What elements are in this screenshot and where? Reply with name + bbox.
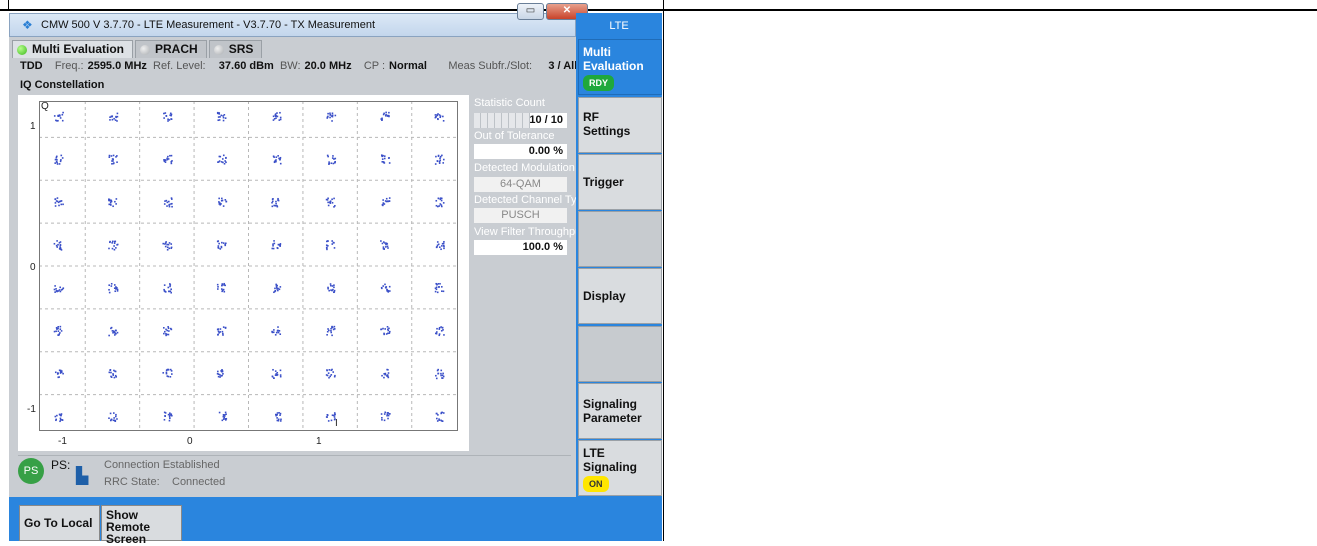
show-remote-screen-button[interactable]: Show Remote Screen <box>101 505 182 545</box>
softkey-signaling-parameter[interactable]: Signaling Parameter <box>578 383 662 439</box>
measurement-tabs: Multi Evaluation PRACH SRS <box>12 40 264 58</box>
i-axis-label: I <box>335 418 338 429</box>
meas-slot-value: 3 / All <box>548 60 578 72</box>
on-badge: ON <box>583 476 609 492</box>
detected-channel-type-value: PUSCH <box>474 208 567 223</box>
detected-modulation-value: 64-QAM <box>474 177 567 192</box>
statistic-count-value: 10 / 10 <box>529 114 563 126</box>
ps-antenna-icon: PS <box>18 458 44 484</box>
top-border <box>0 0 1317 11</box>
statistic-count-label: Statistic Count <box>474 97 545 109</box>
ref-level-label: Ref. Level: <box>153 60 206 72</box>
ready-badge: RDY <box>583 75 615 91</box>
left-border-line <box>8 0 9 9</box>
panel-divider <box>663 9 664 541</box>
softkey-lte-signaling[interactable]: LTE Signaling ON <box>578 440 662 496</box>
status-led-icon <box>213 44 224 55</box>
view-filter-throughput-label: View Filter Throughput <box>474 226 585 238</box>
softkey-label: Display <box>583 289 626 303</box>
softkey-label: Multi Evaluation <box>583 45 644 73</box>
softkey-rf-settings[interactable]: RF Settings <box>578 97 662 153</box>
freq-label: Freq.: <box>54 60 84 72</box>
tab-prach[interactable]: PRACH <box>135 40 207 58</box>
sidebar-header: LTE <box>609 20 629 32</box>
q-axis-label: Q <box>41 101 49 112</box>
y-tick-label: 1 <box>30 121 36 132</box>
tab-label: Multi Evaluation <box>32 42 125 56</box>
freq-value: 2595.0 MHz <box>87 60 147 72</box>
softkey-trigger[interactable]: Trigger <box>578 154 662 210</box>
window-title: CMW 500 V 3.7.70 - LTE Measurement - V3.… <box>41 19 376 31</box>
laptop-connection-icon: ▙ <box>76 468 89 485</box>
cp-value: Normal <box>389 60 427 72</box>
tab-multi-evaluation[interactable]: Multi Evaluation <box>12 40 134 58</box>
x-tick-label: 0 <box>187 436 193 447</box>
ps-label: PS: <box>51 458 71 472</box>
minimize-button[interactable]: ▭ <box>517 3 544 20</box>
status-led-icon <box>140 44 151 55</box>
tab-label: PRACH <box>155 42 198 56</box>
detected-modulation-label: Detected Modulation <box>474 162 575 174</box>
y-tick-label: 0 <box>30 262 36 273</box>
connection-state: Connection Established <box>104 459 220 471</box>
x-tick-label: -1 <box>58 436 67 447</box>
y-tick-label: -1 <box>27 404 36 415</box>
out-of-tolerance-label: Out of Tolerance <box>474 130 555 142</box>
detected-channel-type-label: Detected Channel Type <box>474 194 589 206</box>
window-titlebar[interactable]: ❖ CMW 500 V 3.7.70 - LTE Measurement - V… <box>9 13 576 37</box>
status-led-icon <box>17 44 27 55</box>
statistic-count-fill <box>474 113 530 128</box>
out-of-tolerance-value: 0.00 % <box>474 144 567 159</box>
rrc-state-label: RRC State: <box>104 476 160 488</box>
softkey-label: Trigger <box>583 175 624 189</box>
plot-frame <box>39 101 458 431</box>
statistic-count-bar: 10 / 10 <box>474 113 567 128</box>
softkey-label: RF Settings <box>583 110 631 138</box>
rrc-state-value: Connected <box>172 476 226 488</box>
connection-status-bar <box>18 455 571 496</box>
meas-slot-label: Meas Subfr./Slot: <box>448 60 533 72</box>
go-to-local-button[interactable]: Go To Local <box>19 505 100 541</box>
softkey-empty[interactable] <box>578 211 662 267</box>
duplex-mode: TDD <box>20 60 43 72</box>
softkey-display[interactable]: Display <box>578 268 662 324</box>
top-divider <box>663 0 664 9</box>
softkey-label: Signaling Parameter <box>583 397 642 425</box>
ref-level-value: 37.60 dBm <box>218 60 274 72</box>
softkey-label: LTE Signaling <box>583 446 637 474</box>
section-title: IQ Constellation <box>20 79 105 91</box>
bw-value: 20.0 MHz <box>304 60 352 72</box>
app-icon: ❖ <box>22 18 33 32</box>
view-filter-throughput-value: 100.0 % <box>474 240 567 255</box>
cp-label: CP : <box>363 60 386 72</box>
bw-label: BW: <box>279 60 301 72</box>
softkey-multi-evaluation[interactable]: Multi Evaluation RDY <box>578 39 662 95</box>
measurement-info-bar: TDD Freq.: 2595.0 MHz Ref. Level: 37.60 d… <box>20 60 577 72</box>
softkey-empty[interactable] <box>578 326 662 382</box>
x-tick-label: 1 <box>316 436 322 447</box>
tab-label: SRS <box>228 42 254 56</box>
tab-srs[interactable]: SRS <box>208 40 263 58</box>
